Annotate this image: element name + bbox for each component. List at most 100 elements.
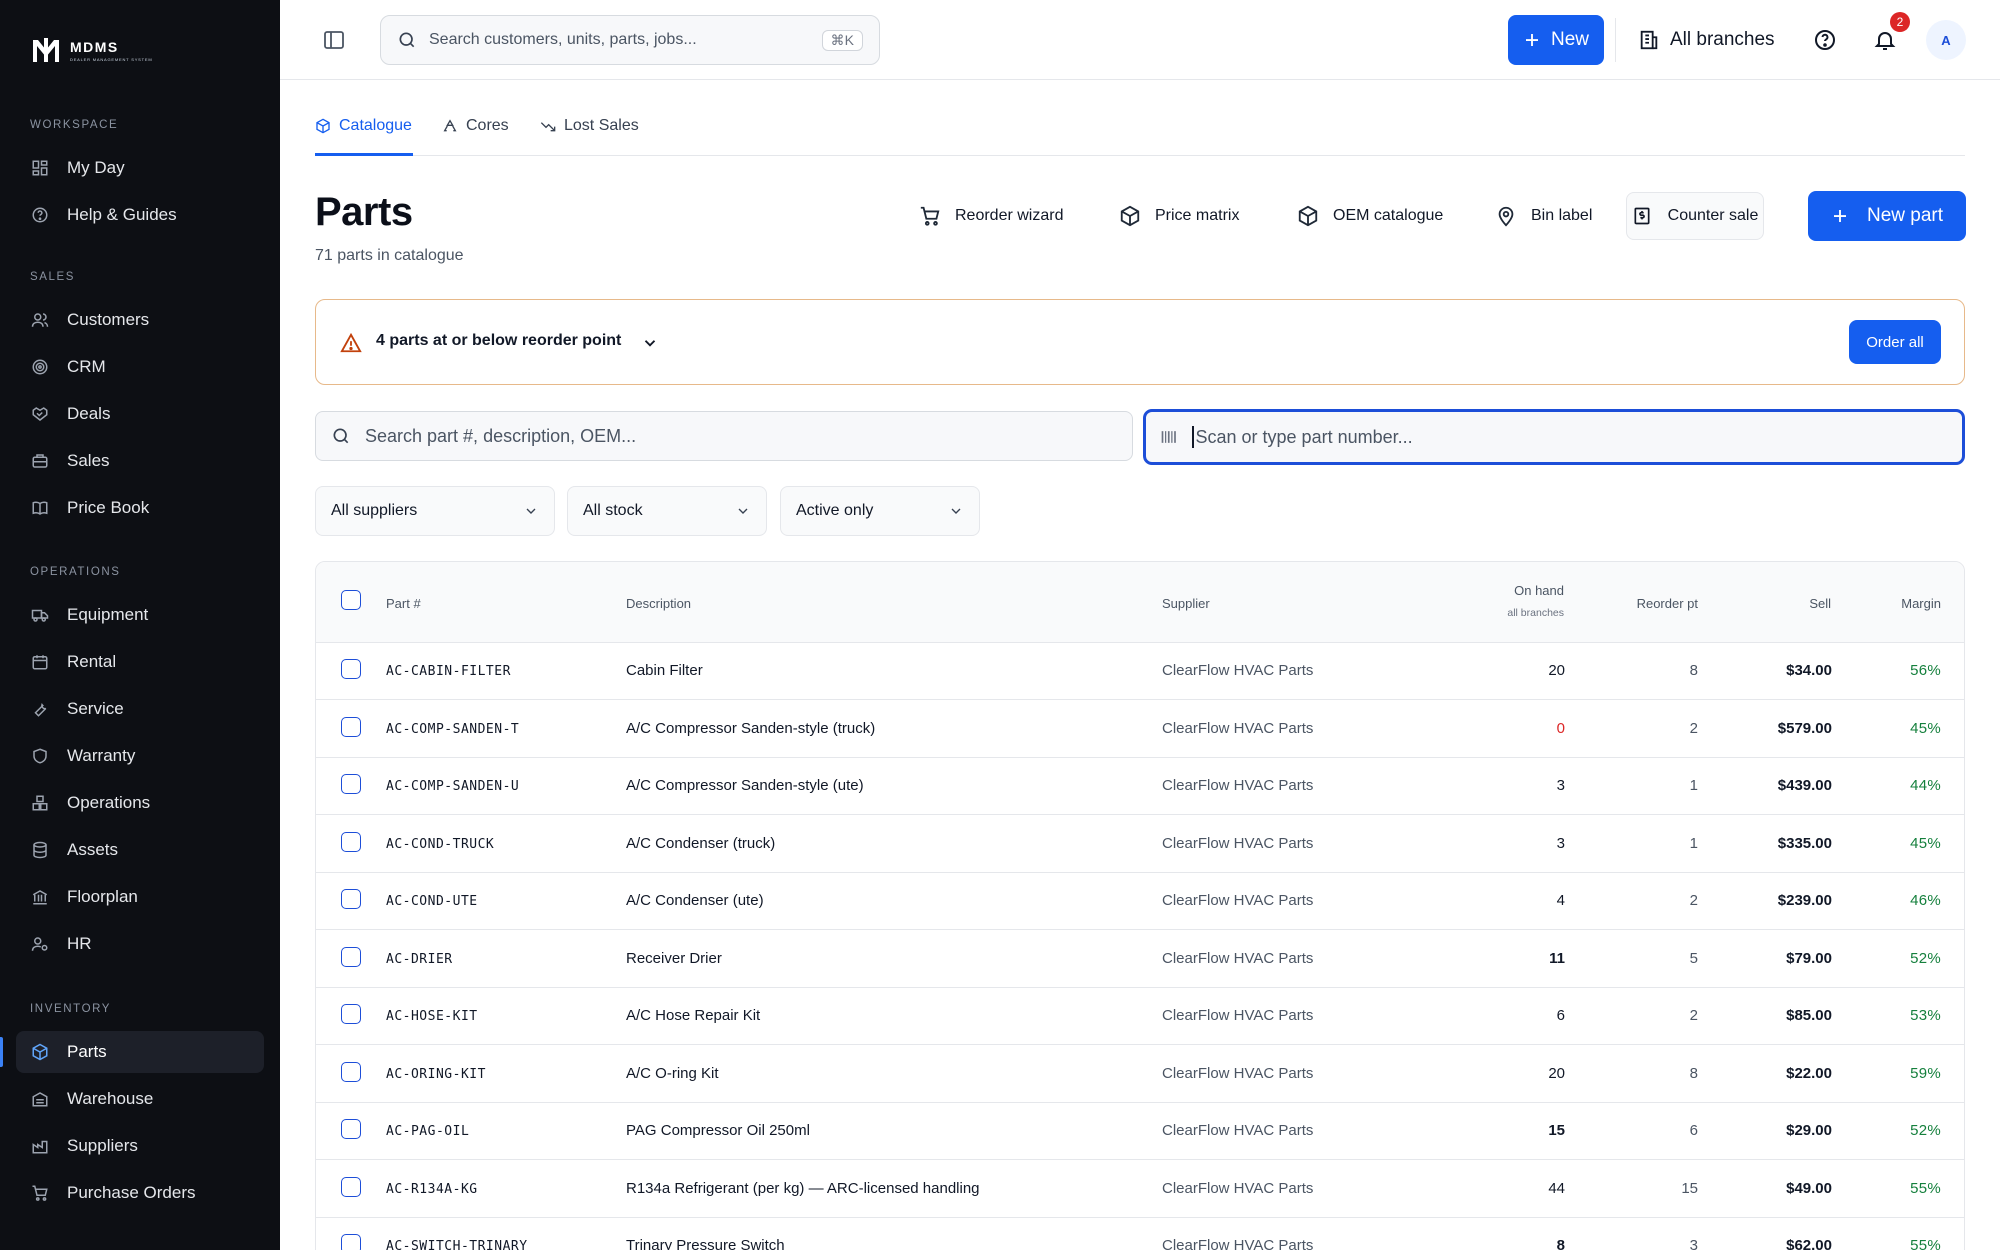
part-number-cell[interactable]: AC-DRIER <box>386 952 453 967</box>
column-header-supplier[interactable]: Supplier <box>1162 596 1210 611</box>
sidebar-item-suppliers[interactable]: Suppliers <box>16 1125 264 1167</box>
select-all-checkbox[interactable] <box>341 590 361 610</box>
counter-sale-button[interactable]: Counter sale <box>1626 192 1764 240</box>
table-row[interactable]: AC-HOSE-KIT A/C Hose Repair Kit ClearFlow … <box>316 988 1964 1045</box>
row-checkbox[interactable] <box>341 1119 361 1139</box>
sell-price-cell: $22.00 <box>1786 1064 1832 1082</box>
row-checkbox[interactable] <box>341 716 361 737</box>
help-icon[interactable] <box>1813 28 1837 52</box>
sidebar-item-deals[interactable]: Deals <box>16 393 264 435</box>
part-number-cell[interactable]: AC-CABIN-FILTER <box>386 664 511 679</box>
part-number-cell[interactable]: AC-COND-UTE <box>386 894 478 909</box>
sidebar-item-purchase-orders[interactable]: Purchase Orders <box>16 1172 264 1214</box>
scan-placeholder: Scan or type part number... <box>1195 426 1413 447</box>
row-checkbox[interactable] <box>341 1176 361 1197</box>
branch-selector[interactable]: All branches <box>1638 24 1775 56</box>
tab-lost-sales[interactable]: Lost Sales <box>540 114 639 138</box>
table-row[interactable]: AC-COMP-SANDEN-U A/C Compressor Sanden-st… <box>316 758 1964 815</box>
column-header-reorder[interactable]: Reorder pt <box>1637 596 1698 611</box>
sidebar-item-assets[interactable]: Assets <box>16 829 264 871</box>
row-checkbox[interactable] <box>341 1061 361 1082</box>
sell-price-cell: $62.00 <box>1786 1237 1832 1250</box>
column-header-description[interactable]: Description <box>626 596 691 611</box>
table-row[interactable]: AC-COND-UTE A/C Condenser (ute) ClearFlow … <box>316 873 1964 930</box>
part-number-cell[interactable]: AC-COMP-SANDEN-U <box>386 779 519 794</box>
row-checkbox[interactable] <box>341 831 361 852</box>
scan-part-input[interactable]: Scan or type part number... <box>1143 409 1965 465</box>
text-caret <box>1192 426 1194 448</box>
sidebar-item-label: Deals <box>67 404 111 423</box>
margin-cell: 45% <box>1910 719 1941 737</box>
sidebar-item-parts[interactable]: Parts <box>16 1031 264 1073</box>
column-header-margin[interactable]: Margin <box>1901 596 1941 611</box>
tab-cores[interactable]: Cores <box>442 114 509 138</box>
part-search-input[interactable]: Search part #, description, OEM... <box>315 411 1133 461</box>
row-checkbox[interactable] <box>341 946 361 967</box>
sidebar-item-floorplan[interactable]: Floorplan <box>16 876 264 918</box>
oem-catalogue-button[interactable]: OEM catalogue <box>1297 202 1443 230</box>
row-checkbox[interactable] <box>341 774 361 794</box>
bin-label-button[interactable]: Bin label <box>1495 202 1592 230</box>
sidebar-item-rental[interactable]: Rental <box>16 641 264 683</box>
sidebar-toggle-icon[interactable] <box>322 28 346 52</box>
new-part-button[interactable]: New part <box>1808 191 1966 241</box>
reorder-wizard-button[interactable]: Reorder wizard <box>919 202 1063 230</box>
part-number-cell[interactable]: AC-R134A-KG <box>386 1182 478 1197</box>
sidebar-item-help[interactable]: Help & Guides <box>16 194 264 236</box>
supplier-filter[interactable]: All suppliers <box>315 486 555 536</box>
brand-logo[interactable]: MDMS Dealer Management System <box>30 34 152 66</box>
sidebar-item-hr[interactable]: HR <box>16 923 264 965</box>
order-all-button[interactable]: Order all <box>1849 320 1941 364</box>
part-number-cell[interactable]: AC-COMP-SANDEN-T <box>386 722 519 737</box>
column-header-sell[interactable]: Sell <box>1809 596 1831 611</box>
avatar[interactable]: A <box>1926 20 1966 60</box>
table-row[interactable]: AC-R134A-KG R134a Refrigerant (per kg) — … <box>316 1161 1964 1218</box>
global-search-input[interactable]: Search customers, units, parts, jobs... … <box>380 15 880 65</box>
sidebar-item-warranty[interactable]: Warranty <box>16 735 264 777</box>
nav-heading: OPERATIONS <box>30 566 121 578</box>
bell-icon[interactable] <box>1873 28 1897 52</box>
sidebar-item-crm[interactable]: CRM <box>16 346 264 388</box>
sidebar-item-service[interactable]: Service <box>16 688 264 730</box>
margin-cell: 45% <box>1910 834 1941 852</box>
table-row[interactable]: AC-COND-TRUCK A/C Condenser (truck) ClearF… <box>316 816 1964 873</box>
supplier-cell: ClearFlow HVAC Parts <box>1162 1179 1314 1197</box>
column-header-on-hand[interactable]: On hand <box>1514 583 1564 598</box>
part-number-cell[interactable]: AC-SWITCH-TRINARY <box>386 1239 528 1250</box>
row-checkbox[interactable] <box>341 659 361 679</box>
table-row[interactable]: AC-COMP-SANDEN-T A/C Compressor Sanden-st… <box>316 701 1964 758</box>
table-row[interactable]: AC-PAG-OIL PAG Compressor Oil 250ml ClearF… <box>316 1103 1964 1160</box>
row-checkbox[interactable] <box>341 1004 361 1024</box>
sidebar-item-sales[interactable]: Sales <box>16 440 264 482</box>
tab-catalogue[interactable]: Catalogue <box>315 114 412 138</box>
status-filter[interactable]: Active only <box>780 486 980 536</box>
sidebar-item-customers[interactable]: Customers <box>16 299 264 341</box>
table-row[interactable]: AC-CABIN-FILTER Cabin Filter ClearFlow HVA… <box>316 643 1964 700</box>
stock-filter[interactable]: All stock <box>567 486 767 536</box>
sidebar-item-my-day[interactable]: My Day <box>16 147 264 189</box>
part-number-cell[interactable]: AC-ORING-KIT <box>386 1067 486 1082</box>
calendar-icon <box>30 652 50 672</box>
description-cell: A/C Compressor Sanden-style (truck) <box>626 719 876 737</box>
part-number-cell[interactable]: AC-COND-TRUCK <box>386 837 494 852</box>
table-row[interactable]: AC-SWITCH-TRINARY Trinary Pressure Switch… <box>316 1218 1964 1250</box>
row-checkbox[interactable] <box>341 1234 361 1250</box>
row-checkbox[interactable] <box>341 889 361 909</box>
sidebar-item-price-book[interactable]: Price Book <box>16 487 264 529</box>
column-header-part[interactable]: Part # <box>386 596 421 611</box>
trending-down-icon <box>540 118 556 134</box>
reorder-alert-text[interactable]: 4 parts at or below reorder point <box>376 332 621 350</box>
part-number-cell[interactable]: AC-HOSE-KIT <box>386 1009 478 1024</box>
chevron-down-icon <box>523 503 539 519</box>
price-matrix-button[interactable]: Price matrix <box>1119 202 1239 230</box>
sidebar-item-operations[interactable]: Operations <box>16 782 264 824</box>
cart-icon <box>919 205 941 227</box>
part-number-cell[interactable]: AC-PAG-OIL <box>386 1124 469 1139</box>
table-row[interactable]: AC-DRIER Receiver Drier ClearFlow HVAC Par… <box>316 931 1964 988</box>
sidebar-item-warehouse[interactable]: Warehouse <box>16 1078 264 1120</box>
sidebar-item-equipment[interactable]: Equipment <box>16 594 264 636</box>
table-row[interactable]: AC-ORING-KIT A/C O-ring Kit ClearFlow HVAC… <box>316 1046 1964 1103</box>
on-hand-cell: 20 <box>1548 1064 1565 1082</box>
new-button[interactable]: New <box>1508 15 1604 65</box>
chevron-down-icon[interactable] <box>641 334 659 352</box>
